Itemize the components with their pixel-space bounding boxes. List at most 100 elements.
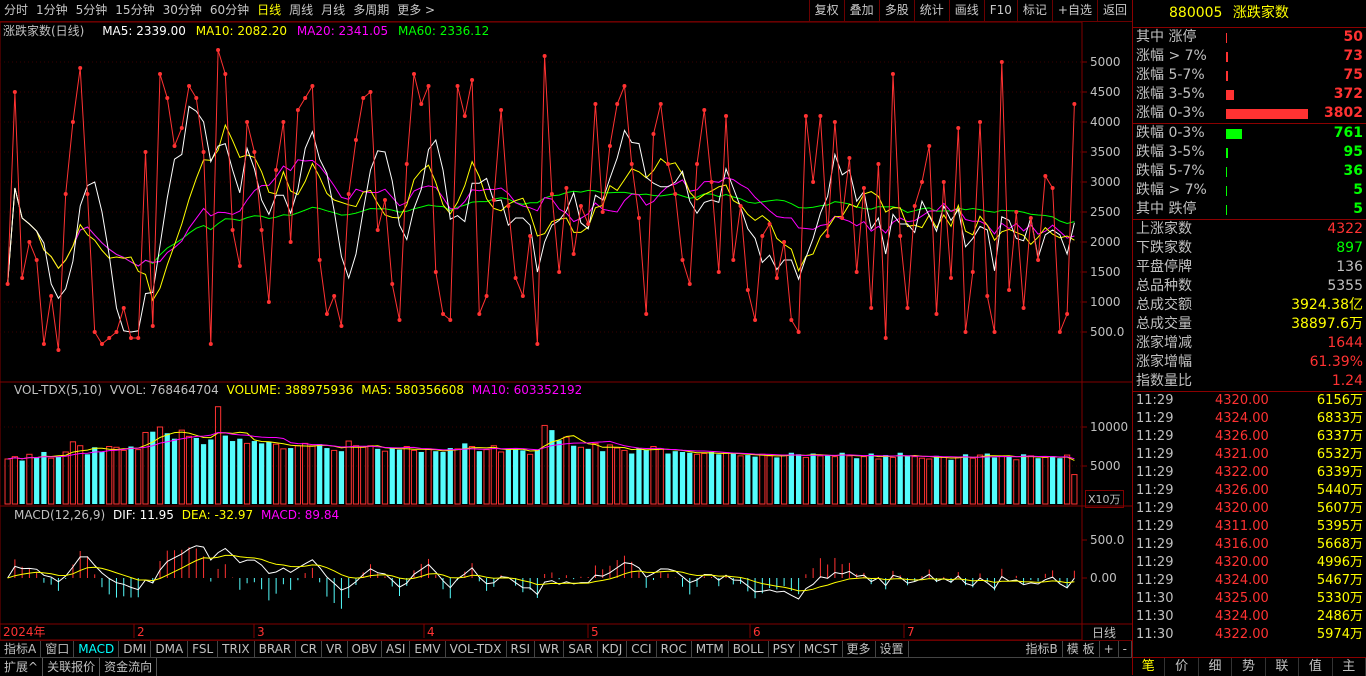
bottom-tab-0[interactable]: 扩展^: [0, 658, 44, 676]
panel-tab-4[interactable]: 联: [1266, 658, 1300, 676]
tick-row[interactable]: 11:30 4322.00 5974万: [1133, 626, 1366, 644]
indicator-tab-8[interactable]: CR: [296, 641, 322, 658]
period-tab-10[interactable]: 更多 >: [393, 0, 439, 21]
volume-bar-up: [280, 448, 287, 505]
period-tab-7[interactable]: 周线: [285, 0, 317, 21]
change-distribution: 其中 涨停 50 涨幅 > 7% 73 涨幅 5-7% 75 涨幅 3-5% 372 涨幅 0-…: [1133, 28, 1366, 220]
tick-volume: 6156万: [1316, 393, 1363, 408]
period-tab-9[interactable]: 多周期: [349, 0, 393, 21]
tool-button-4[interactable]: 画线: [948, 0, 984, 21]
indicator-tab-25[interactable]: 设置: [876, 641, 909, 658]
indicator-tab-12[interactable]: EMV: [410, 641, 446, 658]
template-tab-3[interactable]: -: [1119, 641, 1132, 658]
tick-row[interactable]: 11:29 4326.00 5440万: [1133, 482, 1366, 500]
tool-button-2[interactable]: 多股: [878, 0, 914, 21]
breadth-point: [1014, 210, 1019, 214]
breadth-point: [136, 336, 141, 340]
indicator-tab-14[interactable]: RSI: [507, 641, 536, 658]
tick-row[interactable]: 11:29 4320.00 5607万: [1133, 500, 1366, 518]
panel-tab-6[interactable]: 主: [1333, 658, 1366, 676]
period-tab-0[interactable]: 分时: [0, 0, 32, 21]
panel-tab-0[interactable]: 笔: [1132, 658, 1166, 676]
indicator-tab-20[interactable]: MTM: [692, 641, 729, 658]
dist-row: 跌幅 0-3% 761: [1133, 124, 1366, 143]
tick-price: 4324.00: [1215, 609, 1269, 624]
bottom-tab-1[interactable]: 关联报价: [43, 658, 101, 676]
indicator-tab-19[interactable]: ROC: [657, 641, 692, 658]
period-tab-1[interactable]: 1分钟: [32, 0, 72, 21]
indicator-tab-0[interactable]: 指标A: [0, 641, 42, 658]
volume-bar-down: [288, 448, 294, 504]
template-tab-1[interactable]: 模 板: [1063, 641, 1100, 658]
panel-tab-1[interactable]: 价: [1165, 658, 1199, 676]
breadth-point: [840, 216, 845, 220]
volume-bar-up: [309, 445, 316, 505]
panel-tab-5[interactable]: 值: [1299, 658, 1333, 676]
template-tab-0[interactable]: 指标B: [1022, 641, 1063, 658]
tick-row[interactable]: 11:29 4322.00 6339万: [1133, 464, 1366, 482]
x-axis-label: 2024年: [3, 625, 46, 639]
indicator-tab-1[interactable]: 窗口: [41, 641, 75, 658]
indicator-tab-3[interactable]: DMI: [119, 641, 152, 658]
tool-button-7[interactable]: +自选: [1051, 0, 1097, 21]
tool-button-0[interactable]: 复权: [808, 0, 844, 21]
tool-button-6[interactable]: 标记: [1016, 0, 1052, 21]
period-tab-2[interactable]: 5分钟: [72, 0, 112, 21]
stat-label: 下跌家数: [1136, 240, 1192, 256]
tick-list[interactable]: 11:29 4320.00 6156万 11:29 4324.00 6833万 11:29 4…: [1133, 392, 1366, 644]
tool-button-8[interactable]: 返回: [1096, 0, 1132, 21]
period-tab-5[interactable]: 60分钟: [206, 0, 253, 21]
indicator-tab-5[interactable]: FSL: [188, 641, 219, 658]
tick-row[interactable]: 11:29 4316.00 5668万: [1133, 536, 1366, 554]
volume-bar-down: [883, 455, 889, 504]
tool-button-1[interactable]: 叠加: [843, 0, 879, 21]
panel-tab-2[interactable]: 细: [1199, 658, 1233, 676]
x-axis-label: 2: [137, 625, 145, 639]
period-tab-6[interactable]: 日线: [253, 0, 285, 21]
period-tab-4[interactable]: 30分钟: [159, 0, 206, 21]
indicator-tab-10[interactable]: OBV: [348, 641, 383, 658]
indicator-tab-7[interactable]: BRAR: [255, 641, 297, 658]
tick-row[interactable]: 11:30 4324.00 2486万: [1133, 608, 1366, 626]
period-tab-8[interactable]: 月线: [317, 0, 349, 21]
indicator-tab-9[interactable]: VR: [322, 641, 348, 658]
tick-row[interactable]: 11:29 4324.00 5467万: [1133, 572, 1366, 590]
indicator-tab-4[interactable]: DMA: [151, 641, 189, 658]
x-axis-label: 5: [591, 625, 599, 639]
dist-row: 跌幅 5-7% 36: [1133, 162, 1366, 181]
indicator-tab-17[interactable]: KDJ: [598, 641, 628, 658]
index-chart[interactable]: 5000 4500 4000 3500 3000 2500 2000 1500 1000 500.…: [0, 22, 1132, 640]
panel-tab-3[interactable]: 势: [1232, 658, 1266, 676]
dist-label: 其中 涨停: [1136, 29, 1197, 45]
template-tab-2[interactable]: +: [1100, 641, 1119, 658]
tick-row[interactable]: 11:29 4320.00 6156万: [1133, 392, 1366, 410]
breadth-point: [716, 270, 721, 274]
dist-row: 涨幅 0-3% 3802: [1133, 104, 1366, 124]
tool-button-3[interactable]: 统计: [913, 0, 949, 21]
volume-bar-down: [476, 451, 482, 504]
volume-bar-up: [77, 445, 84, 505]
indicator-tab-13[interactable]: VOL-TDX: [446, 641, 507, 658]
indicator-tab-2[interactable]: MACD: [74, 641, 120, 658]
indicator-tab-6[interactable]: TRIX: [218, 641, 255, 658]
indicator-tab-16[interactable]: SAR: [564, 641, 598, 658]
indicator-tab-11[interactable]: ASI: [382, 641, 411, 658]
tick-row[interactable]: 11:30 4325.00 5330万: [1133, 590, 1366, 608]
breadth-point: [295, 108, 300, 112]
tick-row[interactable]: 11:29 4321.00 6532万: [1133, 446, 1366, 464]
period-tab-3[interactable]: 15分钟: [111, 0, 158, 21]
tick-row[interactable]: 11:29 4311.00 5395万: [1133, 518, 1366, 536]
tick-row[interactable]: 11:29 4324.00 6833万: [1133, 410, 1366, 428]
indicator-tab-15[interactable]: WR: [535, 641, 565, 658]
tick-row[interactable]: 11:29 4320.00 4996万: [1133, 554, 1366, 572]
tool-button-5[interactable]: F10: [983, 0, 1017, 21]
indicator-tab-18[interactable]: CCI: [627, 641, 657, 658]
tick-row[interactable]: 11:29 4326.00 6337万: [1133, 428, 1366, 446]
indicator-tab-21[interactable]: BOLL: [729, 641, 769, 658]
indicator-tab-23[interactable]: MCST: [800, 641, 843, 658]
indicator-tab-24[interactable]: 更多: [843, 641, 876, 658]
bottom-tab-2[interactable]: 资金流向: [100, 658, 158, 676]
indicator-tab-22[interactable]: PSY: [769, 641, 800, 658]
dist-value: 73: [1343, 48, 1363, 64]
tick-time: 11:29: [1136, 429, 1174, 444]
